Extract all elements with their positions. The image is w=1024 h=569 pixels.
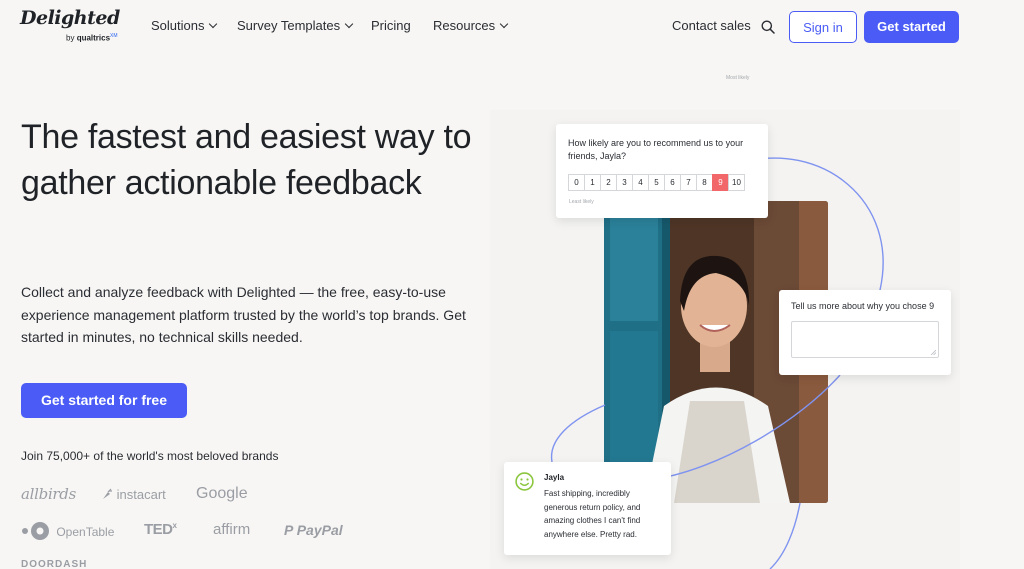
nps-score-button-selected[interactable]: 9 xyxy=(712,174,729,191)
review-card: Jayla Fast shipping, incredibly generous… xyxy=(504,462,671,555)
nps-score-button[interactable]: 1 xyxy=(584,174,601,191)
followup-card: Tell us more about why you chose 9 xyxy=(779,290,951,375)
followup-question: Tell us more about why you chose 9 xyxy=(791,301,935,311)
nps-scale: 0 1 2 3 4 5 6 7 8 9 10 xyxy=(568,174,745,191)
nps-score-button[interactable]: 4 xyxy=(632,174,649,191)
nps-least-label: Least likely xyxy=(569,199,594,205)
nps-score-button[interactable]: 2 xyxy=(600,174,617,191)
nps-score-button[interactable]: 7 xyxy=(680,174,697,191)
nps-score-button[interactable]: 0 xyxy=(568,174,585,191)
smiley-icon xyxy=(515,472,534,491)
followup-textarea[interactable] xyxy=(791,321,939,358)
nps-score-button[interactable]: 6 xyxy=(664,174,681,191)
nps-survey-card: How likely are you to recommend us to yo… xyxy=(556,124,768,218)
nps-score-button[interactable]: 3 xyxy=(616,174,633,191)
reviewer-name: Jayla xyxy=(544,473,565,482)
nps-score-button[interactable]: 5 xyxy=(648,174,665,191)
nps-score-button[interactable]: 8 xyxy=(696,174,713,191)
resize-handle-icon xyxy=(930,349,936,355)
review-text: Fast shipping, incredibly generous retur… xyxy=(544,489,641,539)
nps-question: How likely are you to recommend us to yo… xyxy=(568,138,744,161)
nps-score-button[interactable]: 10 xyxy=(728,174,745,191)
nps-most-label: Most likely xyxy=(726,75,750,81)
